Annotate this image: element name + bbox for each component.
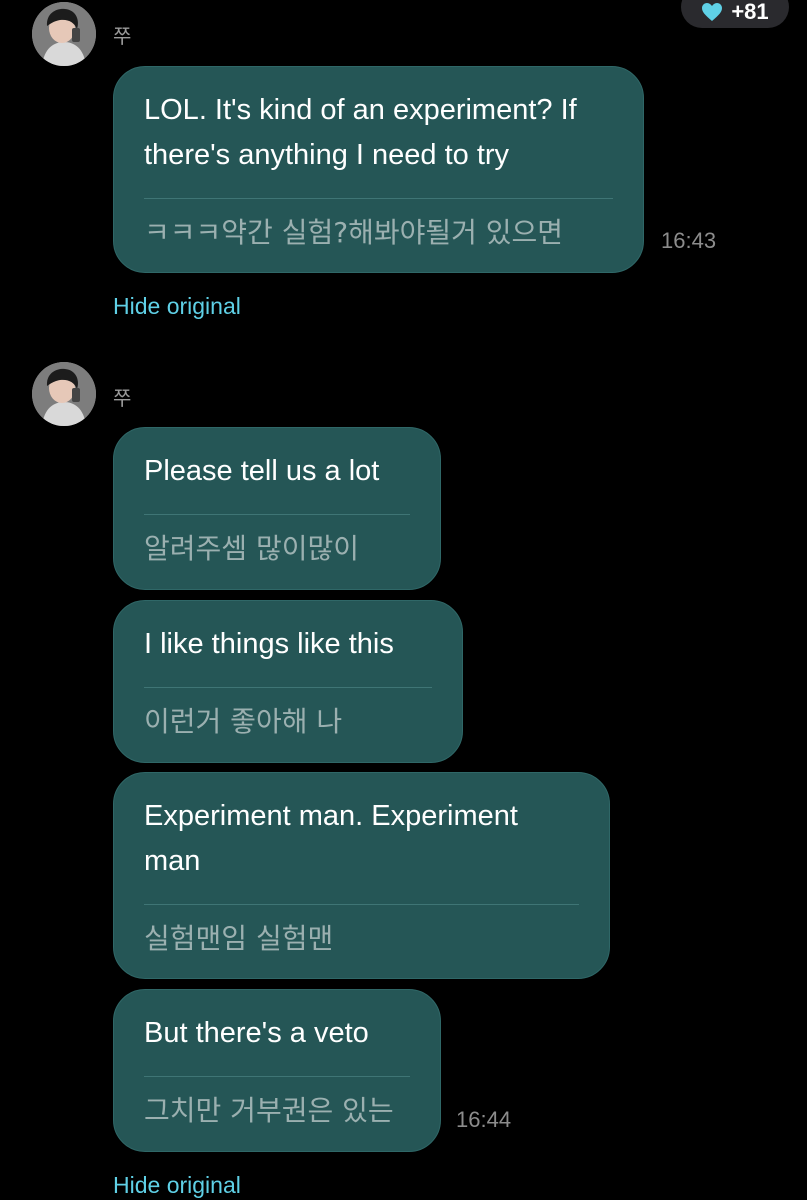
translated-text: But there's a veto (144, 1017, 369, 1049)
message-bubble[interactable]: LOL. It's kind of an experiment? If ther… (113, 66, 644, 273)
translated-text: LOL. It's kind of an experiment? If ther… (144, 94, 585, 171)
message-bubble[interactable]: I like things like this 이런거 좋아해 나 (113, 600, 463, 763)
divider (144, 687, 432, 688)
message-bubble[interactable]: But there's a veto 그치만 거부권은 있는 (113, 989, 441, 1152)
avatar[interactable] (32, 362, 96, 426)
divider (144, 514, 410, 515)
original-text: 그치만 거부권은 있는 (144, 1094, 394, 1127)
translated-text: Experiment man. Experiment man (144, 800, 526, 877)
reaction-badge[interactable]: +81 (681, 0, 789, 28)
message-bubble[interactable]: Experiment man. Experiment man 실험맨임 실험맨 (113, 772, 610, 979)
message-timestamp: 16:43 (661, 228, 717, 253)
hide-original-link[interactable]: Hide original (113, 1172, 241, 1199)
translated-text: Please tell us a lot (144, 455, 380, 487)
sender-name: 쭈 (113, 24, 132, 48)
heart-icon (701, 2, 723, 22)
original-text: ㅋㅋㅋ약간 실험?해봐야될거 있으면 (144, 216, 564, 249)
reaction-count: +81 (731, 0, 769, 24)
original-text: 알려주셈 많이많이 (144, 532, 359, 565)
divider (144, 1076, 410, 1077)
divider (144, 198, 613, 199)
sender-name: 쭈 (113, 386, 132, 410)
translated-text: I like things like this (144, 628, 394, 660)
hide-original-link[interactable]: Hide original (113, 293, 241, 320)
original-text: 실험맨임 실험맨 (144, 922, 334, 955)
message-timestamp: 16:44 (456, 1107, 512, 1132)
avatar[interactable] (32, 2, 96, 66)
divider (144, 904, 579, 905)
original-text: 이런거 좋아해 나 (144, 705, 343, 738)
message-bubble[interactable]: Please tell us a lot 알려주셈 많이많이 (113, 427, 441, 590)
